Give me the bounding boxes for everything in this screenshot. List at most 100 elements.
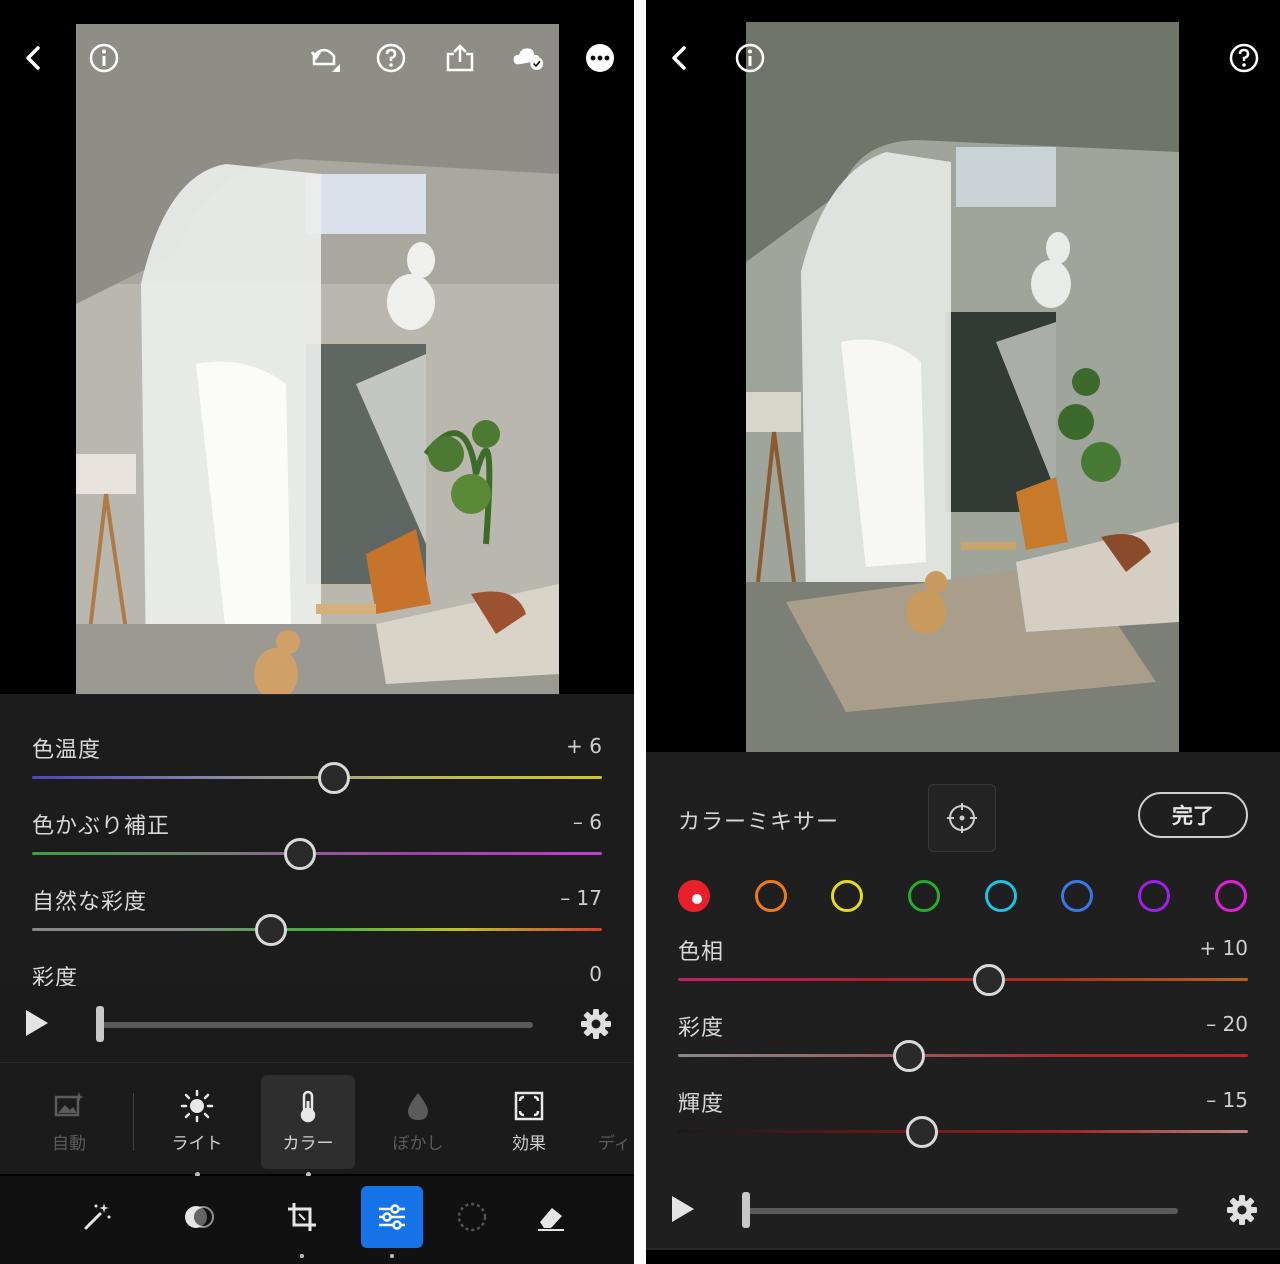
swatch-yellow[interactable] [831,880,863,912]
tint-knob[interactable] [283,838,316,870]
eraser-icon [538,1208,564,1231]
mixer-saturation-label: 彩度 [678,1016,725,1041]
luminance-knob[interactable] [905,1116,938,1148]
tab-effects[interactable]: 効果 [482,1075,576,1169]
tab-light-label: ライト [171,1134,223,1154]
tab-color[interactable]: カラー [261,1075,355,1177]
playback-bar [646,1172,1280,1248]
eraser-button[interactable] [520,1186,582,1248]
tab-auto-label: 自動 [52,1134,86,1154]
more-options-icon[interactable] [582,40,618,76]
hue-track[interactable] [678,978,1248,981]
temperature-track[interactable] [32,776,602,779]
vibrance-value: – 17 [560,886,602,910]
vibrance-label: 自然な彩度 [32,890,148,915]
share-icon[interactable] [442,40,478,76]
tab-blur-label: ぼかし [392,1134,444,1154]
tab-blur[interactable]: ぼかし [371,1075,465,1169]
targeted-adjust-button[interactable] [928,784,996,852]
left-editor-screen: 色温度 + 6 色かぶり補正 – 6 自然な彩度 – 17 彩度 0 自動 ライ… [0,0,634,1264]
sun-icon [180,1089,214,1123]
hue-knob[interactable] [972,964,1005,996]
color-adjust-panel: 色温度 + 6 色かぶり補正 – 6 自然な彩度 – 17 彩度 0 [0,694,634,991]
temperature-knob[interactable] [318,762,351,794]
vibrance-knob[interactable] [255,914,288,946]
tab-auto[interactable]: 自動 [22,1075,116,1169]
auto-image-icon [54,1092,84,1117]
bottom-toolbar [0,1176,634,1264]
saturation-value: 0 [589,962,602,986]
tint-slider[interactable]: 色かぶり補正 – 6 [32,808,602,884]
vibrance-slider[interactable]: 自然な彩度 – 17 [32,884,602,960]
back-icon[interactable] [662,40,698,76]
masking-icon [457,1202,487,1232]
luminance-label: 輝度 [678,1092,725,1117]
hue-slider[interactable]: 色相 + 10 [678,934,1248,1010]
tab-color-label: カラー [282,1134,334,1154]
crop-modified-dot [300,1254,304,1258]
thermometer-icon [300,1090,316,1123]
scrubber-handle[interactable] [96,1006,104,1042]
tab-effects-label: 効果 [512,1134,546,1154]
swatch-blue[interactable] [1061,880,1093,912]
auto-button[interactable] [66,1186,128,1248]
help-icon[interactable] [1226,40,1262,76]
luminance-slider[interactable]: 輝度 – 15 [678,1086,1248,1162]
tab-detail-label: ディ [598,1134,631,1154]
playback-scrubber[interactable] [746,1208,1178,1214]
mixer-saturation-knob[interactable] [892,1040,925,1072]
playback-scrubber[interactable] [100,1022,533,1028]
info-icon[interactable] [86,40,122,76]
bottom-divider [646,1248,1280,1250]
swatch-red[interactable] [678,880,710,912]
done-button[interactable]: 完了 [1138,792,1248,838]
undo-history-icon[interactable] [306,40,342,76]
temperature-value: + 6 [566,734,602,758]
play-button[interactable] [672,1196,694,1222]
target-crosshair-icon [947,803,977,833]
room-photo-illustration [76,24,559,695]
temperature-slider[interactable]: 色温度 + 6 [32,732,602,808]
healing-icon [185,1206,214,1228]
play-button[interactable] [26,1010,48,1036]
tab-light[interactable]: ライト [150,1075,244,1177]
vibrance-track[interactable] [32,928,602,931]
swatch-purple[interactable] [1138,880,1170,912]
masking-button[interactable] [441,1186,503,1248]
info-icon[interactable] [732,40,768,76]
tab-detail[interactable]: ディ [592,1075,634,1169]
hue-label: 色相 [678,940,725,965]
back-icon[interactable] [16,40,52,76]
crop-button[interactable] [271,1186,333,1258]
right-editor-screen: カラーミキサー 完了 色相 + 10 彩度 – 20 輝度 – 15 [646,0,1280,1264]
magic-wand-icon [84,1203,111,1230]
settings-gear-icon[interactable] [1224,1192,1260,1228]
color-mixer-panel: カラーミキサー 完了 色相 + 10 彩度 – 20 輝度 – 15 [646,752,1280,1176]
tint-track[interactable] [32,852,602,855]
mixer-saturation-slider[interactable]: 彩度 – 20 [678,1010,1248,1086]
tint-label: 色かぶり補正 [32,814,171,839]
tint-value: – 6 [572,810,602,834]
droplet-icon [408,1093,428,1120]
help-icon[interactable] [373,40,409,76]
adjust-modified-dot [390,1254,394,1258]
swatch-aqua[interactable] [985,880,1017,912]
scrubber-handle[interactable] [742,1192,750,1228]
settings-gear-icon[interactable] [578,1006,614,1042]
luminance-value: – 15 [1206,1088,1248,1112]
effects-icon [514,1091,544,1121]
swatch-green[interactable] [908,880,940,912]
mixer-saturation-track[interactable] [678,1054,1248,1057]
adjust-button[interactable] [361,1186,423,1258]
tab-divider [133,1093,134,1151]
room-photo-illustration [746,22,1179,752]
adjust-tool-tabs: 自動 ライト カラー ぼかし 効果 ディ [0,1062,634,1177]
healing-button[interactable] [168,1186,230,1248]
luminance-track[interactable] [678,1130,1248,1133]
swatch-orange[interactable] [755,880,787,912]
swatch-magenta[interactable] [1215,880,1247,912]
edited-photo-colormix [746,22,1179,752]
cloud-synced-icon[interactable] [510,40,546,76]
temperature-label: 色温度 [32,738,102,763]
adjust-sliders-icon [379,1204,405,1230]
